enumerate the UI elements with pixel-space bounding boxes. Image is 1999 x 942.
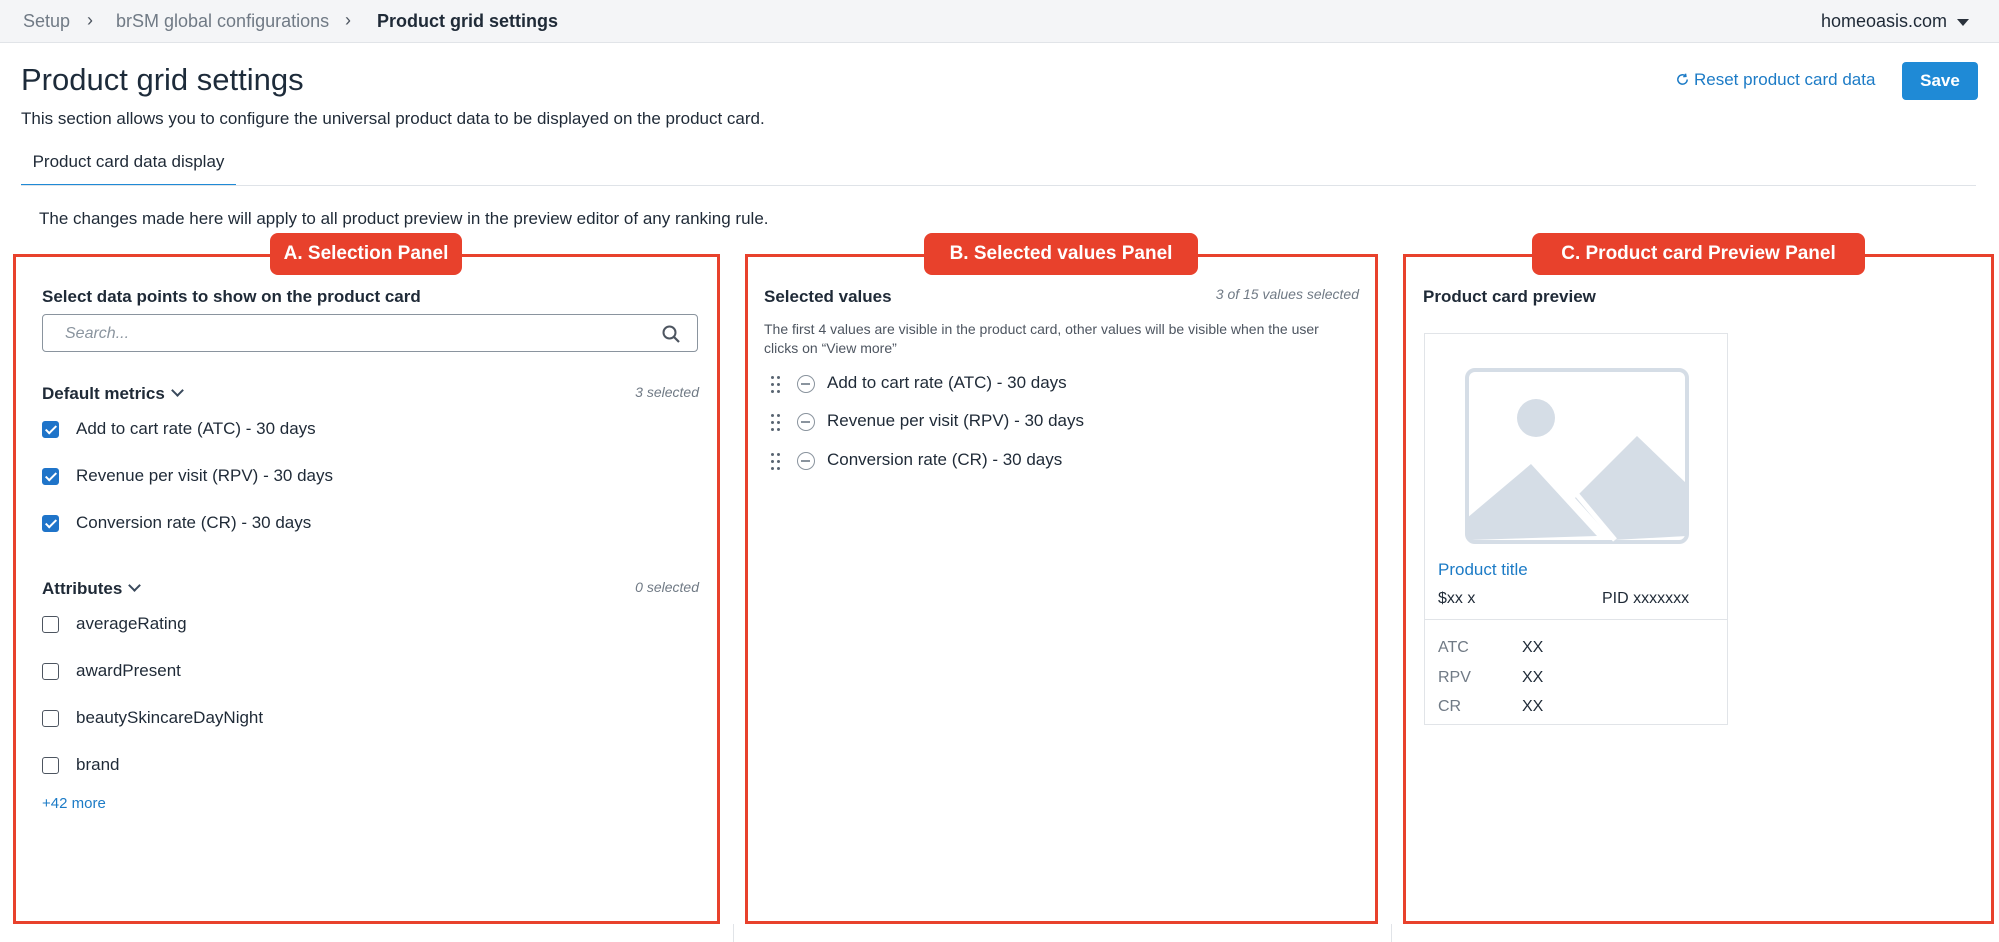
attributes-title: Attributes	[42, 579, 123, 598]
refresh-icon	[1677, 73, 1688, 85]
default-metrics-toggle[interactable]: Default metrics	[42, 384, 184, 404]
search-icon[interactable]	[661, 324, 681, 344]
caret-down-icon	[1957, 18, 1969, 26]
selected-value-label: Revenue per visit (RPV) - 30 days	[827, 411, 1084, 430]
search-field[interactable]	[42, 314, 698, 352]
card-divider	[1425, 619, 1727, 620]
chevron-down-icon	[128, 579, 142, 592]
checkbox-checked[interactable]	[42, 515, 59, 532]
show-more-attributes-link[interactable]: +42 more	[42, 795, 106, 812]
selected-values-count: 3 of 15 values selected	[1215, 286, 1359, 302]
breadcrumb-chevron-icon: ›	[345, 10, 351, 30]
remove-icon[interactable]	[797, 413, 815, 431]
account-selector[interactable]: homeoasis.com	[1821, 11, 1969, 32]
search-input[interactable]	[63, 324, 647, 344]
preview-heading: Product card preview	[1423, 287, 1596, 306]
column-divider	[733, 924, 734, 942]
metric-value: XX	[1522, 698, 1544, 715]
page-title: Product grid settings	[21, 62, 304, 97]
remove-icon[interactable]	[797, 452, 815, 470]
image-placeholder-icon	[1465, 368, 1689, 544]
selected-value-label: Add to cart rate (ATC) - 30 days	[827, 373, 1067, 392]
checkbox-label: awardPresent	[76, 661, 181, 680]
notice-text: The changes made here will apply to all …	[39, 209, 769, 228]
checkbox-unchecked[interactable]	[42, 710, 59, 727]
selected-values-heading: Selected values	[764, 287, 892, 306]
drag-handle-icon[interactable]	[771, 412, 781, 432]
checkbox-checked[interactable]	[42, 468, 59, 485]
drag-handle-icon[interactable]	[771, 374, 781, 394]
chevron-down-icon	[170, 384, 184, 397]
breadcrumb-chevron-icon: ›	[87, 10, 93, 30]
default-metrics-title: Default metrics	[42, 384, 165, 403]
drag-handle-icon[interactable]	[771, 451, 781, 471]
tab-divider	[21, 185, 1976, 186]
metric-key: CR	[1438, 698, 1462, 715]
reset-product-card-button[interactable]: Reset product card data	[1675, 70, 1875, 90]
breadcrumb-current: Product grid settings	[377, 11, 559, 31]
page-description: This section allows you to configure the…	[21, 109, 765, 128]
selected-values-panel-annotation: B. Selected values Panel	[924, 233, 1198, 275]
selected-values-help: The first 4 values are visible in the pr…	[764, 321, 1319, 356]
product-price: $xx x	[1438, 590, 1476, 607]
breadcrumb-setup[interactable]: Setup	[23, 11, 70, 32]
save-button[interactable]: Save	[1902, 62, 1978, 100]
product-card-preview: Product title $xx x PID xxxxxxx ATC XX R…	[1424, 333, 1728, 725]
tab-product-card-data-display[interactable]: Product card data display	[21, 140, 236, 186]
metric-key: ATC	[1438, 639, 1469, 656]
attributes-toggle[interactable]: Attributes	[42, 579, 142, 599]
checkbox-label: Conversion rate (CR) - 30 days	[76, 513, 312, 532]
reset-label: Reset product card data	[1694, 70, 1876, 89]
checkbox-label: Add to cart rate (ATC) - 30 days	[76, 419, 316, 438]
checkbox-label: averageRating	[76, 614, 187, 633]
product-id: PID xxxxxxx	[1602, 590, 1690, 607]
attributes-count: 0 selected	[635, 579, 699, 595]
checkbox-label: brand	[76, 755, 120, 774]
checkbox-label: beautySkincareDayNight	[76, 708, 264, 727]
selection-heading: Select data points to show on the produc…	[42, 287, 421, 306]
metric-key: RPV	[1438, 669, 1471, 686]
checkbox-label: Revenue per visit (RPV) - 30 days	[76, 466, 333, 485]
checkbox-unchecked[interactable]	[42, 616, 59, 633]
account-name: homeoasis.com	[1820, 11, 1947, 31]
metric-value: XX	[1522, 639, 1544, 656]
preview-panel-annotation: C. Product card Preview Panel	[1532, 233, 1865, 275]
metric-value: XX	[1522, 669, 1544, 686]
checkbox-unchecked[interactable]	[42, 757, 59, 774]
product-title[interactable]: Product title	[1438, 560, 1528, 580]
column-divider	[1391, 924, 1392, 942]
checkbox-unchecked[interactable]	[42, 663, 59, 680]
default-metrics-count: 3 selected	[635, 384, 699, 400]
checkbox-checked[interactable]	[42, 421, 59, 438]
selected-value-label: Conversion rate (CR) - 30 days	[827, 450, 1063, 469]
top-bar: Setup › brSM global configurations › Pro…	[0, 0, 1999, 43]
remove-icon[interactable]	[797, 375, 815, 393]
selection-panel-annotation: A. Selection Panel	[270, 233, 462, 275]
breadcrumb-global-configurations[interactable]: brSM global configurations	[116, 11, 329, 32]
